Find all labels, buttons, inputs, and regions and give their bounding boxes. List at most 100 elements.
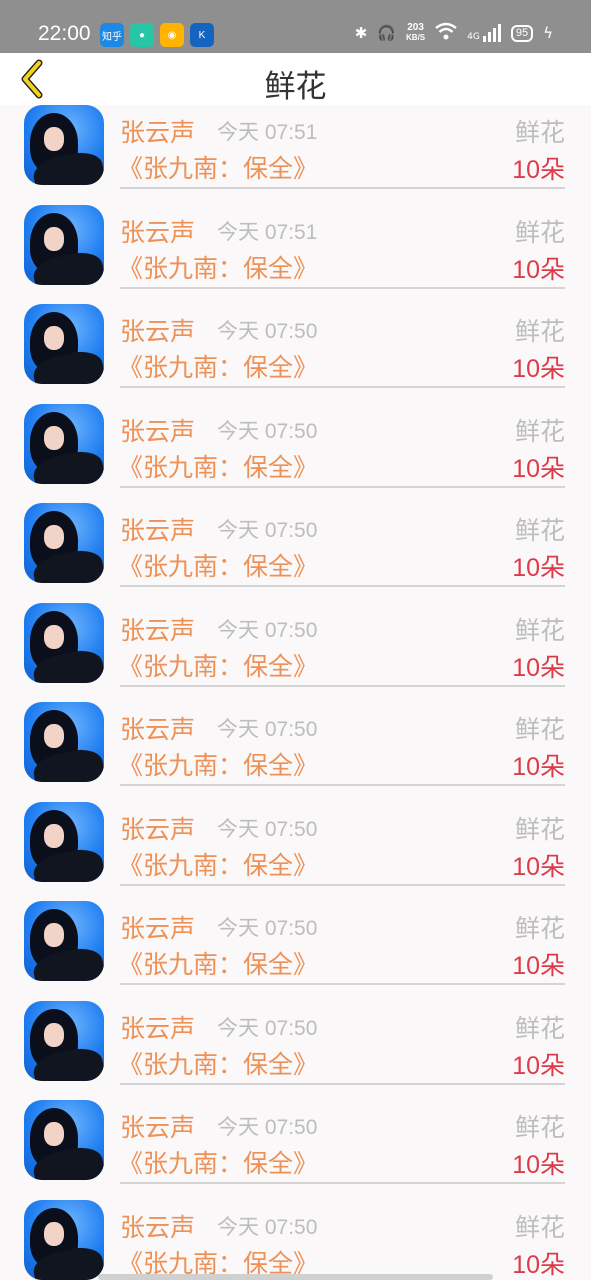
book-title[interactable]: 《张九南：保全》 [118, 746, 318, 782]
list-item[interactable]: 张云声 今天 07:51 鲜花 《张九南：保全》 10朵 [0, 105, 591, 205]
book-title[interactable]: 《张九南：保全》 [118, 1045, 318, 1081]
divider [120, 1083, 565, 1085]
sender-name[interactable]: 张云声 [120, 810, 195, 846]
sender-name[interactable]: 张云声 [120, 412, 195, 448]
list-item[interactable]: 张云声 今天 07:50 鲜花 《张九南：保全》 10朵 [0, 603, 591, 703]
divider [120, 983, 565, 985]
gift-time: 今天 07:50 [217, 420, 318, 443]
gift-type: 鲜花 [514, 616, 565, 645]
list-item[interactable]: 张云声 今天 07:50 鲜花 《张九南：保全》 10朵 [0, 304, 591, 404]
list-item[interactable]: 张云声 今天 07:50 鲜花 《张九南：保全》 10朵 [0, 1200, 591, 1280]
divider [120, 386, 565, 388]
list-item[interactable]: 张云声 今天 07:50 鲜花 《张九南：保全》 10朵 [0, 404, 591, 504]
divider [120, 884, 565, 886]
avatar[interactable] [24, 802, 104, 882]
sender-name[interactable]: 张云声 [120, 1208, 195, 1244]
book-title[interactable]: 《张九南：保全》 [118, 249, 318, 285]
cell-signal-icon: 4G [467, 24, 501, 42]
system-indicators: ✱ 🎧 203 KB/S 4G 95 ϟ [355, 22, 553, 44]
avatar[interactable] [24, 304, 104, 384]
gift-record-list[interactable]: 张云声 今天 07:51 鲜花 《张九南：保全》 10朵 张云声 今天 07:5… [0, 105, 591, 1280]
book-title[interactable]: 《张九南：保全》 [118, 846, 318, 882]
gift-count: 10朵 [512, 554, 565, 582]
book-title[interactable]: 《张九南：保全》 [118, 149, 318, 185]
sender-name[interactable]: 张云声 [120, 213, 195, 249]
gift-count: 10朵 [512, 952, 565, 980]
book-title[interactable]: 《张九南：保全》 [118, 547, 318, 583]
gift-type: 鲜花 [514, 218, 565, 247]
divider [120, 486, 565, 488]
list-item[interactable]: 张云声 今天 07:50 鲜花 《张九南：保全》 10朵 [0, 503, 591, 603]
gift-time: 今天 07:50 [217, 917, 318, 940]
book-title[interactable]: 《张九南：保全》 [118, 448, 318, 484]
list-item[interactable]: 张云声 今天 07:50 鲜花 《张九南：保全》 10朵 [0, 1100, 591, 1200]
sender-name[interactable]: 张云声 [120, 312, 195, 348]
gift-count: 10朵 [512, 355, 565, 383]
gift-count: 10朵 [512, 753, 565, 781]
status-time: 22:00 [38, 22, 91, 45]
list-item[interactable]: 张云声 今天 07:50 鲜花 《张九南：保全》 10朵 [0, 901, 591, 1001]
network-speed-value: 203 [407, 22, 424, 33]
battery-indicator: 95 [510, 24, 534, 42]
charging-icon: ϟ [543, 24, 553, 42]
gift-type: 鲜花 [514, 1113, 565, 1142]
sender-name[interactable]: 张云声 [120, 611, 195, 647]
divider [120, 187, 565, 189]
gift-type: 鲜花 [514, 1213, 565, 1242]
page-title: 鲜花 [264, 69, 327, 105]
divider [120, 1182, 565, 1184]
list-item[interactable]: 张云声 今天 07:51 鲜花 《张九南：保全》 10朵 [0, 205, 591, 305]
sender-name[interactable]: 张云声 [120, 1108, 195, 1144]
gift-count: 10朵 [512, 654, 565, 682]
avatar[interactable] [24, 702, 104, 782]
gift-count: 10朵 [512, 256, 565, 284]
gift-time: 今天 07:50 [217, 818, 318, 841]
gift-type: 鲜花 [514, 317, 565, 346]
gift-time: 今天 07:50 [217, 718, 318, 741]
divider [120, 784, 565, 786]
headphones-icon: 🎧 [377, 24, 397, 42]
avatar[interactable] [24, 1100, 104, 1180]
avatar[interactable] [24, 603, 104, 683]
pet-app-icon: ◉ [160, 23, 184, 47]
sender-name[interactable]: 张云声 [120, 710, 195, 746]
book-title[interactable]: 《张九南：保全》 [118, 945, 318, 981]
book-title[interactable]: 《张九南：保全》 [118, 348, 318, 384]
list-item[interactable]: 张云声 今天 07:50 鲜花 《张九南：保全》 10朵 [0, 802, 591, 902]
scroll-indicator [98, 1274, 493, 1280]
book-title[interactable]: 《张九南：保全》 [118, 647, 318, 683]
gift-count: 10朵 [512, 1251, 565, 1279]
list-item[interactable]: 张云声 今天 07:50 鲜花 《张九南：保全》 10朵 [0, 702, 591, 802]
gift-type: 鲜花 [514, 914, 565, 943]
avatar[interactable] [24, 404, 104, 484]
gift-type: 鲜花 [514, 118, 565, 147]
gift-time: 今天 07:51 [217, 121, 318, 144]
avatar[interactable] [24, 901, 104, 981]
gift-count: 10朵 [512, 1151, 565, 1179]
gift-type: 鲜花 [514, 815, 565, 844]
zhihu-app-icon: 知乎 [100, 23, 124, 47]
wifi-icon [435, 22, 457, 44]
sender-name[interactable]: 张云声 [120, 1009, 195, 1045]
book-title[interactable]: 《张九南：保全》 [118, 1144, 318, 1180]
gift-time: 今天 07:50 [217, 1017, 318, 1040]
sender-name[interactable]: 张云声 [120, 909, 195, 945]
k-app-icon: K [190, 23, 214, 47]
gift-time: 今天 07:50 [217, 519, 318, 542]
gift-type: 鲜花 [514, 715, 565, 744]
chat-app-icon: ● [130, 23, 154, 47]
divider [120, 287, 565, 289]
gift-time: 今天 07:51 [217, 221, 318, 244]
avatar[interactable] [24, 503, 104, 583]
avatar[interactable] [24, 1001, 104, 1081]
avatar[interactable] [24, 1200, 104, 1280]
avatar[interactable] [24, 205, 104, 285]
divider [120, 685, 565, 687]
network-speed-unit: KB/S [406, 33, 426, 42]
sender-name[interactable]: 张云声 [120, 511, 195, 547]
gift-time: 今天 07:50 [217, 320, 318, 343]
sender-name[interactable]: 张云声 [120, 113, 195, 149]
avatar[interactable] [24, 105, 104, 185]
divider [120, 585, 565, 587]
list-item[interactable]: 张云声 今天 07:50 鲜花 《张九南：保全》 10朵 [0, 1001, 591, 1101]
